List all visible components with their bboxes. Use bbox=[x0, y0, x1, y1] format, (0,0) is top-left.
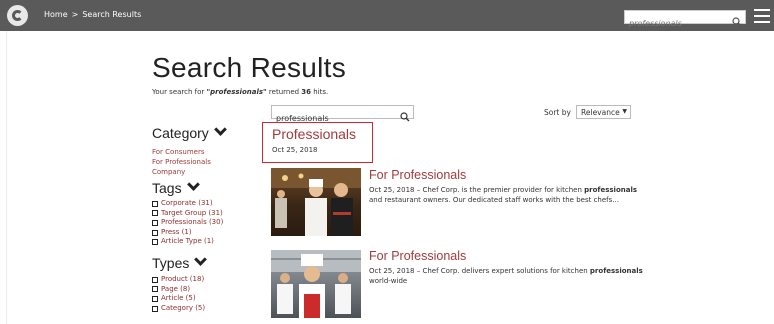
search-summary: Your search for "professionals" returned… bbox=[152, 88, 329, 96]
result-snippet: Oct 25, 2018 – Chef Corp. delivers exper… bbox=[369, 267, 643, 285]
tags-list: Corporate (31) Target Group (31) Profess… bbox=[152, 199, 223, 247]
checkbox-icon[interactable] bbox=[152, 239, 158, 246]
header-search bbox=[624, 10, 746, 30]
hit-count: 36 bbox=[301, 88, 312, 96]
category-link-consumers[interactable]: For Consumers bbox=[152, 147, 211, 157]
tag-filter[interactable]: Article Type (1) bbox=[152, 237, 223, 247]
logo-icon[interactable] bbox=[7, 5, 28, 26]
checkbox-icon[interactable] bbox=[152, 200, 158, 207]
facet-tags-title[interactable]: Tags bbox=[152, 178, 200, 196]
checkbox-icon[interactable] bbox=[152, 276, 158, 283]
category-link-professionals[interactable]: For Professionals bbox=[152, 157, 211, 167]
checkbox-icon[interactable] bbox=[152, 305, 158, 312]
result-title[interactable]: For Professionals bbox=[369, 168, 466, 182]
result-thumbnail[interactable] bbox=[271, 168, 361, 236]
checkbox-icon[interactable] bbox=[152, 210, 158, 217]
search-icon[interactable] bbox=[400, 107, 410, 126]
type-filter[interactable]: Article (5) bbox=[152, 294, 205, 304]
tag-filter[interactable]: Press (1) bbox=[152, 228, 223, 238]
types-list: Product (18) Page (8) Article (5) Catego… bbox=[152, 275, 205, 313]
search-icon[interactable] bbox=[732, 12, 742, 31]
result-snippet: Oct 25, 2018 – Chef Corp. is the premier… bbox=[369, 186, 638, 204]
type-filter[interactable]: Product (18) bbox=[152, 275, 205, 285]
breadcrumb-separator: > bbox=[71, 10, 79, 19]
search-query: "professionals" bbox=[206, 88, 267, 96]
tag-filter[interactable]: Target Group (31) bbox=[152, 209, 223, 219]
chevron-down-icon bbox=[194, 253, 208, 266]
sort-selected: Relevance bbox=[581, 108, 620, 117]
sort-label: Sort by bbox=[544, 108, 571, 117]
breadcrumb: Home > Search Results bbox=[44, 10, 141, 19]
category-link-company[interactable]: Company bbox=[152, 167, 211, 177]
result-date: Oct 25, 2018 bbox=[272, 146, 318, 154]
search-field bbox=[271, 105, 414, 125]
breadcrumb-current: Search Results bbox=[82, 10, 142, 19]
result-thumbnail[interactable] bbox=[271, 250, 361, 318]
menu-icon[interactable] bbox=[754, 9, 770, 23]
sort-select[interactable]: Relevance ▼ bbox=[576, 105, 631, 119]
page-edge-line bbox=[6, 31, 7, 324]
type-filter[interactable]: Page (8) bbox=[152, 285, 205, 295]
checkbox-icon[interactable] bbox=[152, 219, 158, 226]
top-bar: Home > Search Results bbox=[0, 0, 774, 31]
facet-types-title[interactable]: Types bbox=[152, 253, 208, 271]
header-search-input[interactable] bbox=[625, 17, 745, 30]
checkbox-icon[interactable] bbox=[152, 295, 158, 302]
breadcrumb-home[interactable]: Home bbox=[44, 10, 68, 19]
checkbox-icon[interactable] bbox=[152, 229, 158, 236]
result-title[interactable]: For Professionals bbox=[369, 249, 466, 263]
chevron-down-icon: ▼ bbox=[622, 108, 627, 115]
page-title: Search Results bbox=[152, 52, 347, 83]
result-title[interactable]: Professionals bbox=[272, 126, 356, 142]
chevron-down-icon bbox=[213, 123, 227, 136]
result-date: Oct 25, 2018 bbox=[369, 267, 415, 275]
result-date: Oct 25, 2018 bbox=[369, 186, 415, 194]
category-list: For Consumers For Professionals Company bbox=[152, 147, 211, 177]
checkbox-icon[interactable] bbox=[152, 286, 158, 293]
type-filter[interactable]: Category (5) bbox=[152, 304, 205, 314]
chevron-down-icon bbox=[186, 178, 200, 191]
tag-filter[interactable]: Corporate (31) bbox=[152, 199, 223, 209]
tag-filter[interactable]: Professionals (30) bbox=[152, 218, 223, 228]
facet-category-title[interactable]: Category bbox=[152, 123, 227, 141]
